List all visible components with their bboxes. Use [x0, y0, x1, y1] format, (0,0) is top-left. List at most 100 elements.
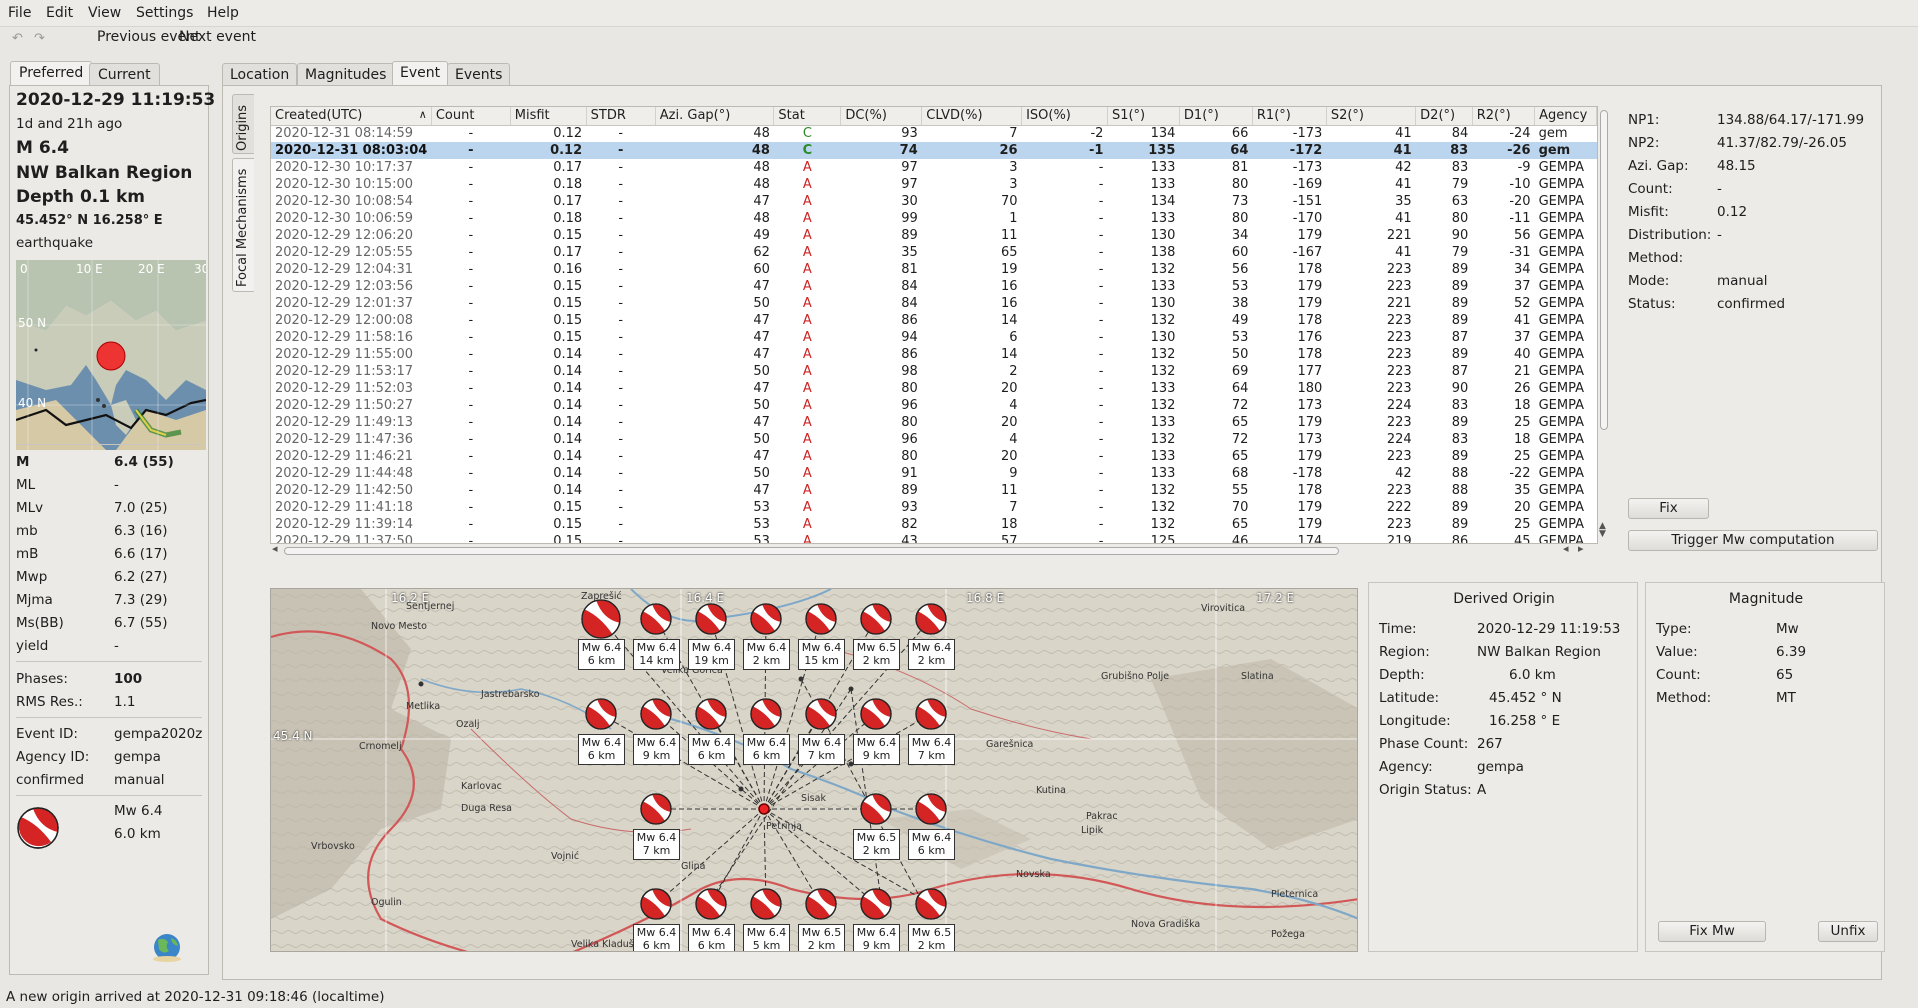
origin-field-value: 45.452 ° N	[1489, 690, 1562, 706]
beachball-icon[interactable]	[750, 603, 782, 635]
beachball-icon[interactable]	[860, 603, 892, 635]
column-header[interactable]: D1(°)	[1179, 107, 1253, 126]
table-row[interactable]: 2020-12-30 10:17:37 - 0.17 - 48 A 97 3 - 133 81 -17…	[271, 159, 1597, 176]
column-header[interactable]: S1(°)	[1107, 107, 1180, 126]
table-vertical-scrollbar[interactable]: ▲ ▼	[1598, 106, 1610, 544]
table-row[interactable]: 2020-12-29 11:47:36 - 0.14 - 50 A 96 4 - 132 72 173…	[271, 431, 1597, 448]
tab-events[interactable]: Events	[447, 63, 511, 85]
region-map[interactable]: 16.2 E 16.4 E 16.8 E 17.2 E 45.4 N Zapre…	[270, 588, 1358, 952]
table-row[interactable]: 2020-12-29 12:05:55 - 0.17 - 62 A 35 65 - 138 60 -1…	[271, 244, 1597, 261]
column-header[interactable]: R1(°)	[1252, 107, 1327, 126]
beachball-icon[interactable]	[695, 888, 727, 920]
beachball-icon[interactable]	[640, 698, 672, 730]
beachball-icon[interactable]	[860, 793, 892, 825]
tab-focal-mechanisms[interactable]: Focal Mechanisms	[232, 158, 254, 292]
focal-mechanism-table[interactable]: Created(UTC) ∧ Count Misfit STDR Azi. Gap(°) S…	[270, 106, 1598, 544]
table-row[interactable]: 2020-12-29 11:37:50 - 0.15 - 53 A 43 57 - 125 46 17…	[271, 533, 1597, 544]
beachball-icon[interactable]	[750, 698, 782, 730]
column-header[interactable]: Created(UTC) ∧	[271, 107, 432, 126]
table-row[interactable]: 2020-12-29 12:04:31 - 0.16 - 60 A 81 19 - 132 56 17…	[271, 261, 1597, 278]
fix-button[interactable]: Fix	[1628, 498, 1709, 519]
tab-event[interactable]: Event	[392, 61, 449, 86]
table-row[interactable]: 2020-12-29 11:52:03 - 0.14 - 47 A 80 20 - 133 64 18…	[271, 380, 1597, 397]
column-header[interactable]: Count	[431, 107, 511, 126]
table-row[interactable]: 2020-12-29 11:41:18 - 0.15 - 53 A 93 7 - 132 70 179…	[271, 499, 1597, 516]
table-row[interactable]: 2020-12-29 11:53:17 - 0.14 - 50 A 98 2 - 132 69 177…	[271, 363, 1597, 380]
column-header[interactable]: Misfit	[510, 107, 587, 126]
table-row[interactable]: 2020-12-31 08:03:04-0.12-48 C 74 26 -1 135 64-…	[271, 142, 1597, 159]
table-cell: GEMPA	[1538, 483, 1584, 498]
table-row[interactable]: 2020-12-29 12:03:56 - 0.15 - 47 A 84 16 - 133 53 17…	[271, 278, 1597, 295]
table-cell: GEMPA	[1538, 347, 1584, 362]
column-header[interactable]: STDR	[586, 107, 656, 126]
table-row[interactable]: 2020-12-29 11:46:21 - 0.14 - 47 A 80 20 - 133 65 17…	[271, 448, 1597, 465]
table-row[interactable]: 2020-12-29 11:50:27 - 0.14 - 50 A 96 4 - 132 72 173…	[271, 397, 1597, 414]
table-row[interactable]: 2020-12-30 10:06:59 - 0.18 - 48 A 99 1 - 133 80 -17…	[271, 210, 1597, 227]
beachball-icon[interactable]	[805, 888, 837, 920]
trigger-mw-button[interactable]: Trigger Mw computation	[1628, 530, 1878, 551]
beachball-icon[interactable]	[585, 698, 617, 730]
beachball-icon[interactable]	[581, 599, 621, 639]
fix-mw-button[interactable]: Fix Mw	[1658, 921, 1766, 942]
beachball-icon[interactable]	[805, 603, 837, 635]
tab-preferred[interactable]: Preferred	[10, 61, 93, 86]
table-cell: 2020-12-29 11:44:48	[275, 466, 414, 481]
forward-arrow-icon[interactable]: ↷	[34, 31, 45, 46]
column-header[interactable]: Agency	[1534, 107, 1597, 126]
tab-magnitudes[interactable]: Magnitudes	[297, 63, 395, 85]
globe-icon[interactable]	[147, 931, 187, 963]
beachball-icon[interactable]	[640, 603, 672, 635]
table-row[interactable]: 2020-12-29 11:49:13 - 0.14 - 47 A 80 20 - 133 65 17…	[271, 414, 1597, 431]
table-row[interactable]: 2020-12-29 12:00:08 - 0.15 - 47 A 86 14 - 132 49 17…	[271, 312, 1597, 329]
column-header[interactable]: S2(°)	[1326, 107, 1417, 126]
tab-current[interactable]: Current	[89, 63, 160, 85]
menu-view[interactable]: View	[88, 5, 121, 21]
scroll-left-icon[interactable]: ◂	[272, 542, 278, 555]
column-header[interactable]: D2(°)	[1415, 107, 1473, 126]
beachball-icon[interactable]	[915, 793, 947, 825]
menu-help[interactable]: Help	[207, 5, 239, 21]
table-row[interactable]: 2020-12-29 12:01:37 - 0.15 - 50 A 84 16 - 130 38 17…	[271, 295, 1597, 312]
column-header[interactable]: Azi. Gap(°)	[655, 107, 775, 126]
scroll-right-icon[interactable]: ▸	[1578, 542, 1584, 555]
table-cell: 2020-12-29 11:37:50	[275, 534, 414, 544]
table-row[interactable]: 2020-12-29 11:39:14 - 0.15 - 53 A 82 18 - 132 65 17…	[271, 516, 1597, 533]
column-header[interactable]: CLVD(%)	[921, 107, 1023, 126]
unfix-button[interactable]: Unfix	[1818, 921, 1878, 942]
scroll-left-icon[interactable]: ◂	[1563, 542, 1569, 555]
table-row[interactable]: 2020-12-29 11:58:16 - 0.15 - 47 A 94 6 - 130 53 176…	[271, 329, 1597, 346]
column-header[interactable]: Stat	[773, 107, 842, 126]
column-header[interactable]: ISO(%)	[1021, 107, 1108, 126]
beachball-icon[interactable]	[695, 603, 727, 635]
table-row[interactable]: 2020-12-30 10:08:54 - 0.17 - 47 A 30 70 - 134 73 -1…	[271, 193, 1597, 210]
beachball-icon[interactable]	[805, 698, 837, 730]
beachball-icon[interactable]	[860, 698, 892, 730]
table-horizontal-scrollbar[interactable]: ◂ ◂ ▸	[272, 542, 1592, 557]
beachball-icon[interactable]	[640, 793, 672, 825]
column-header[interactable]: R2(°)	[1472, 107, 1536, 126]
table-row[interactable]: 2020-12-29 11:55:00 - 0.14 - 47 A 86 14 - 132 50 17…	[271, 346, 1597, 363]
beachball-icon[interactable]	[695, 698, 727, 730]
back-arrow-icon[interactable]: ↶	[12, 31, 23, 46]
tab-location[interactable]: Location	[222, 63, 298, 85]
table-row[interactable]: 2020-12-29 11:42:50 - 0.14 - 47 A 89 11 - 132 55 17…	[271, 482, 1597, 499]
beachball-icon[interactable]	[860, 888, 892, 920]
table-cell: 133	[1150, 177, 1176, 192]
table-row[interactable]: 2020-12-29 11:44:48 - 0.14 - 50 A 91 9 - 133 68 -17…	[271, 465, 1597, 482]
menu-file[interactable]: File	[8, 5, 31, 21]
beachball-icon[interactable]	[915, 603, 947, 635]
beachball-icon[interactable]	[750, 888, 782, 920]
table-row[interactable]: 2020-12-30 10:15:00 - 0.18 - 48 A 97 3 - 133 80 -16…	[271, 176, 1597, 193]
beachball-icon[interactable]	[915, 698, 947, 730]
overview-map[interactable]: 0 10 E 20 E 30 50 N 40 N	[16, 260, 206, 450]
column-header[interactable]: DC(%)	[840, 107, 923, 126]
menu-settings[interactable]: Settings	[136, 5, 193, 21]
sort-ascending-icon[interactable]: ∧	[419, 108, 427, 121]
beachball-icon[interactable]	[640, 888, 672, 920]
next-event-button[interactable]: Next event	[179, 29, 256, 45]
beachball-icon[interactable]	[915, 888, 947, 920]
tab-origins[interactable]: Origins	[232, 94, 254, 154]
menu-edit[interactable]: Edit	[46, 5, 73, 21]
table-row[interactable]: 2020-12-31 08:14:59 - 0.12 - 48 C 93 7 -2 134 66 -1…	[271, 125, 1597, 142]
table-row[interactable]: 2020-12-29 12:06:20 - 0.15 - 49 A 89 11 - 130 34 17…	[271, 227, 1597, 244]
